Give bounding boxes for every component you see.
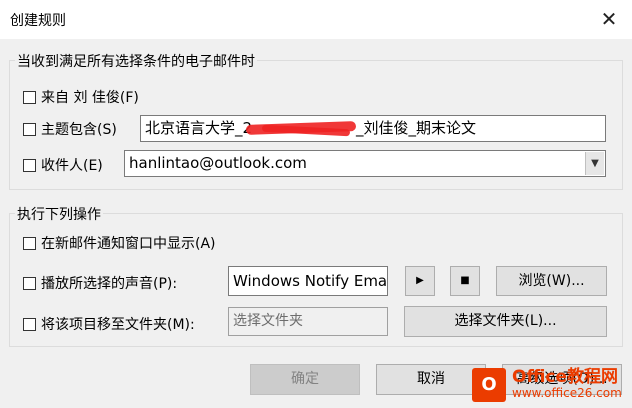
sound-label: 播放所选择的声音(P): [41,276,178,292]
from-label: 来自 刘 佳俊(F) [41,90,139,106]
subject-checkbox[interactable] [23,122,36,136]
subject-label: 主题包含(S) [41,122,117,138]
recipient-checkbox-row[interactable]: 收件人(E) [23,155,103,175]
from-checkbox-row[interactable]: 来自 刘 佳俊(F) [23,87,139,107]
recipient-label: 收件人(E) [41,158,103,174]
sound-value: Windows Notify Email [233,272,388,290]
alert-label: 在新邮件通知窗口中显示(A) [41,236,216,252]
watermark-line1: Office教程网 [512,367,619,387]
play-icon: ▶ [416,275,424,286]
alert-checkbox-row[interactable]: 在新邮件通知窗口中显示(A) [23,233,216,253]
watermark-line2: www.office26.com [512,386,622,400]
recipient-value: hanlintao@outlook.com [129,154,307,172]
subject-input[interactable]: 北京语言大学_2 _刘佳俊_期末论文 [140,115,606,142]
conditions-group-label: 当收到满足所有选择条件的电子邮件时 [15,51,257,71]
folder-input[interactable]: 选择文件夹 [228,307,388,336]
move-label: 将该项目移至文件夹(M): [41,317,195,333]
actions-group-label: 执行下列操作 [15,204,103,224]
choose-folder-button[interactable]: 选择文件夹(L)... [404,306,607,337]
browse-button[interactable]: 浏览(W)... [496,266,607,296]
title-bar: 创建规则 ✕ [0,0,632,39]
watermark: O Office教程网 www.office26.com [472,362,632,408]
stop-icon: ■ [460,275,470,286]
play-button[interactable]: ▶ [405,266,435,296]
office-logo-icon: O [472,368,506,402]
subject-value-prefix: 北京语言大学_2 [145,119,253,137]
cancel-button[interactable]: 取消 [376,364,486,395]
close-icon[interactable]: ✕ [596,6,622,32]
sound-input[interactable]: Windows Notify Email [228,266,388,296]
subject-value-suffix: _刘佳俊_期末论文 [356,119,477,137]
recipient-combo[interactable]: hanlintao@outlook.com ▼ [124,150,606,177]
sound-checkbox-row[interactable]: 播放所选择的声音(P): [23,273,177,293]
window-title: 创建规则 [10,13,66,29]
stop-button[interactable]: ■ [450,266,480,296]
ok-button[interactable]: 确定 [250,364,360,395]
watermark-text: Office教程网 www.office26.com [512,369,622,401]
chevron-down-icon[interactable]: ▼ [585,152,604,175]
alert-checkbox[interactable] [23,236,36,250]
folder-placeholder: 选择文件夹 [233,313,303,329]
subject-checkbox-row[interactable]: 主题包含(S) [23,119,117,139]
recipient-checkbox[interactable] [23,158,36,172]
from-checkbox[interactable] [23,90,36,104]
sound-checkbox[interactable] [23,276,36,290]
move-checkbox-row[interactable]: 将该项目移至文件夹(M): [23,314,195,334]
move-checkbox[interactable] [23,317,36,331]
